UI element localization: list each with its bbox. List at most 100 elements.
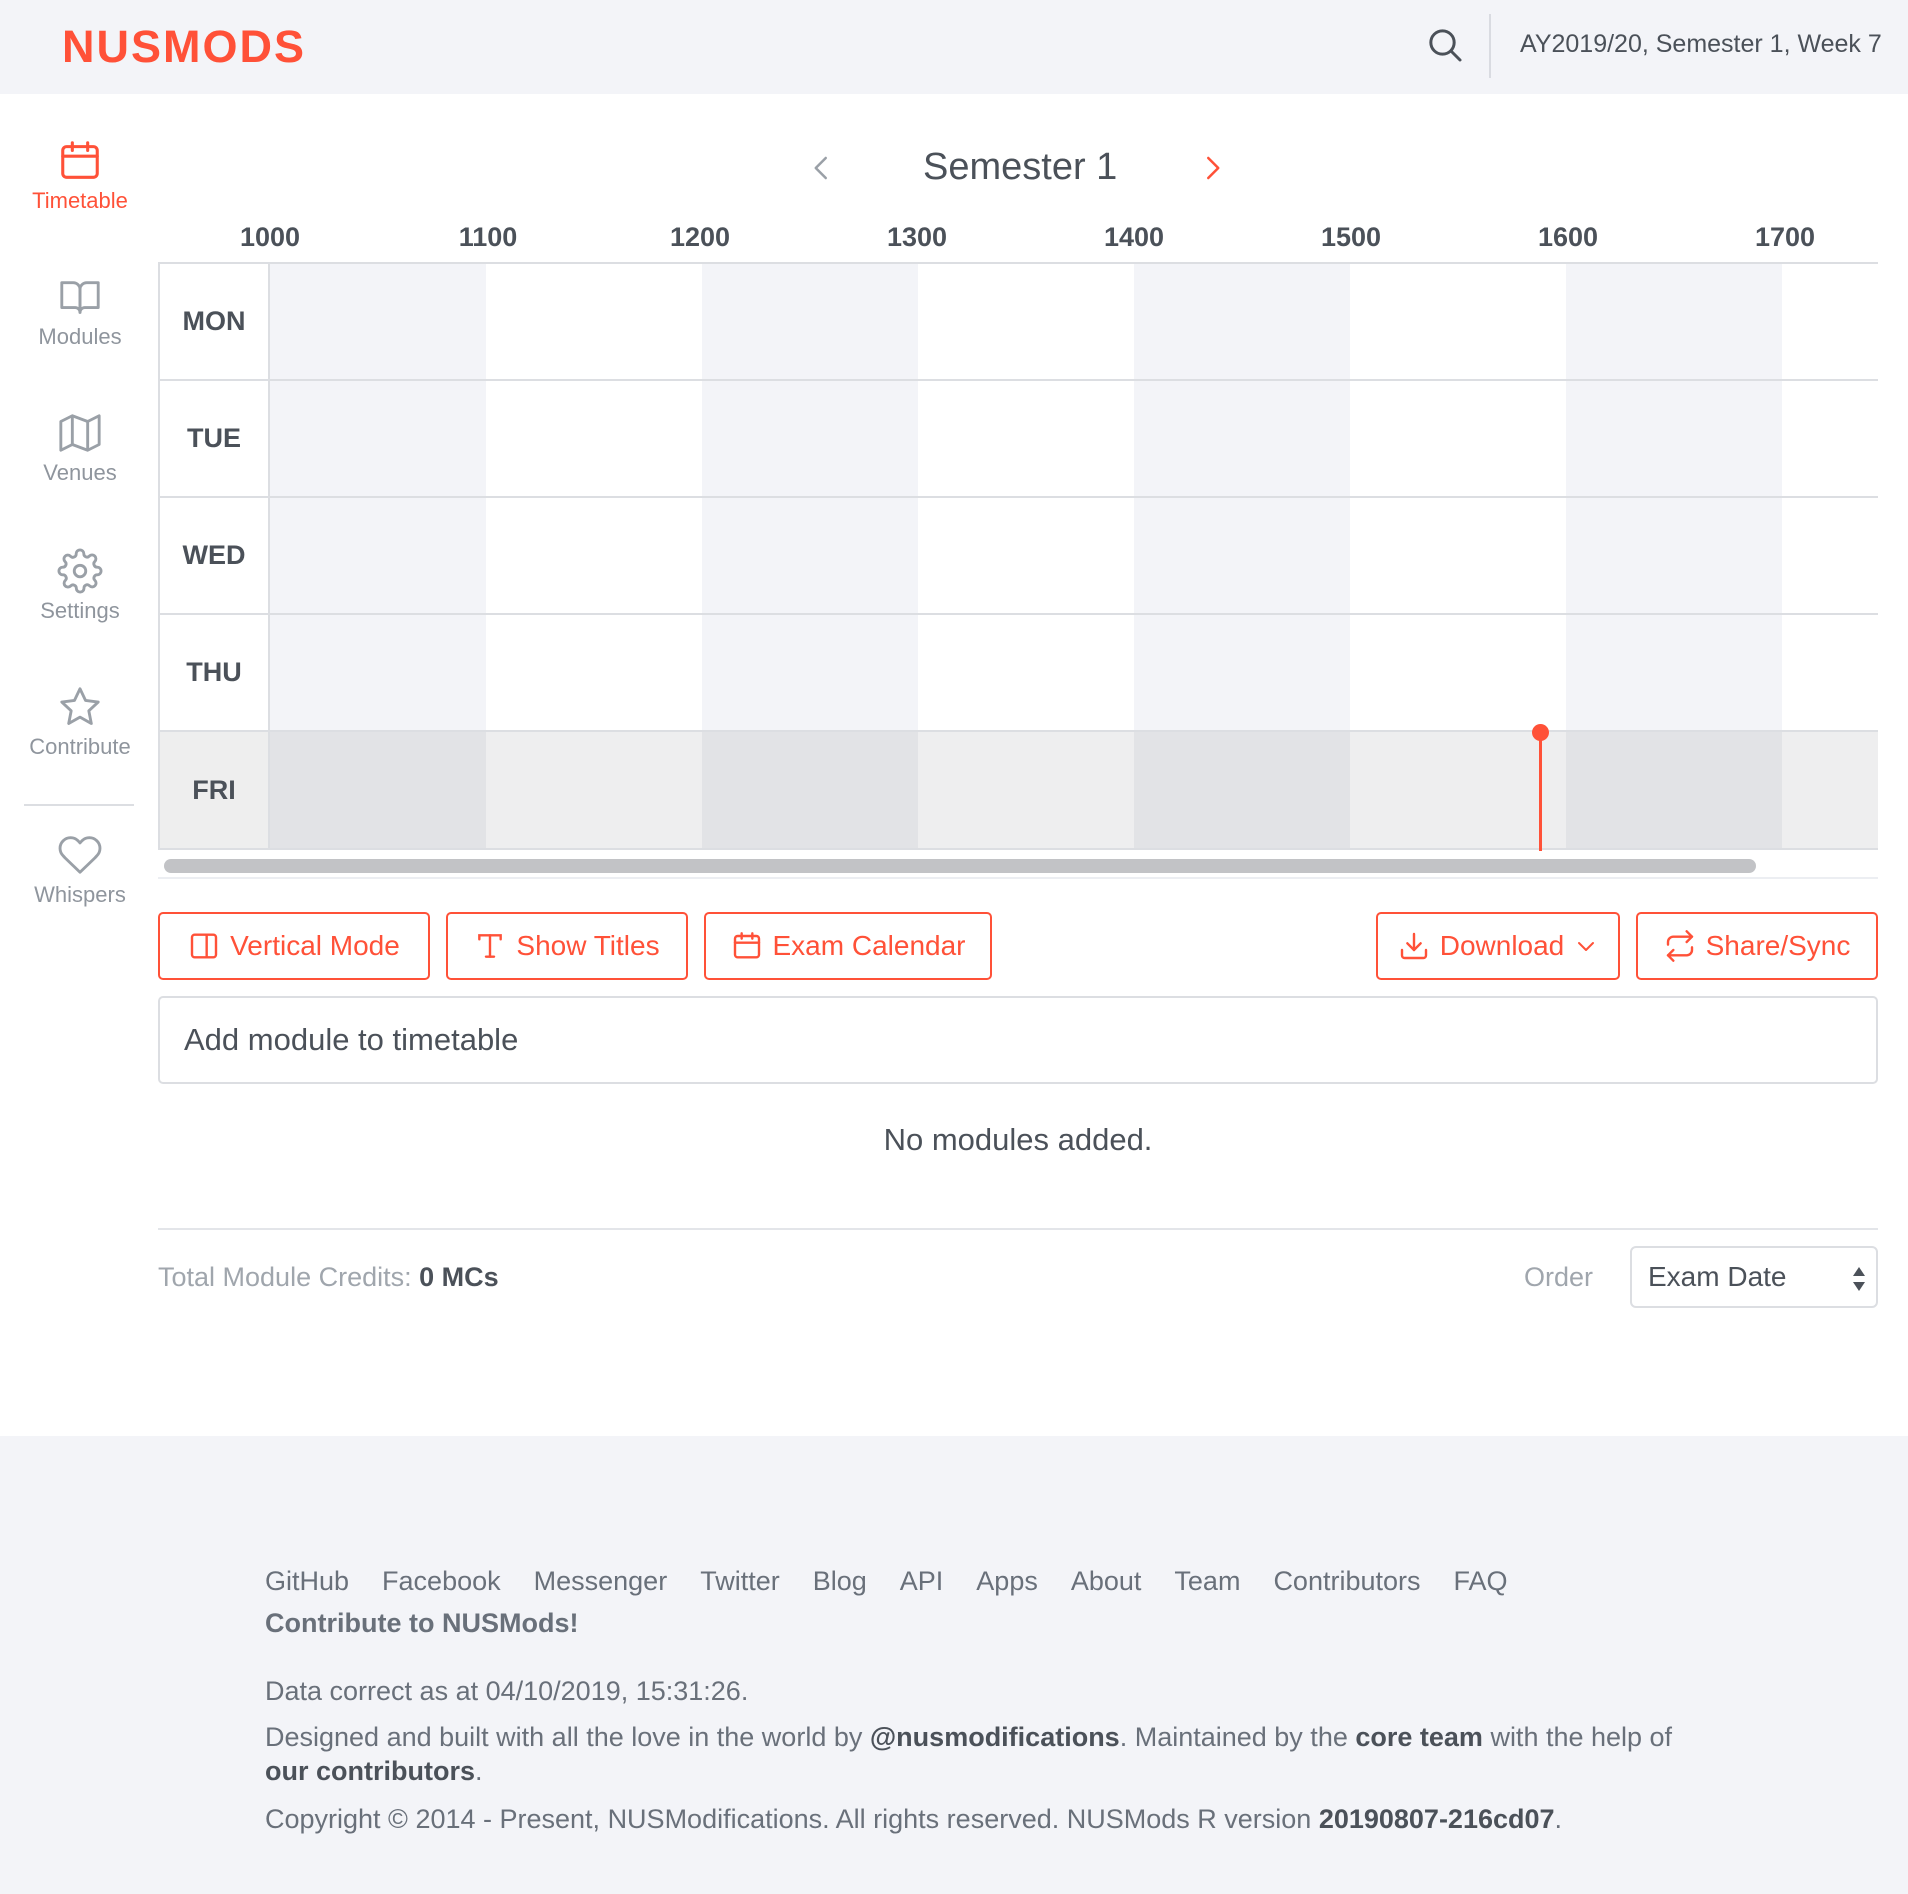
sidebar-item-label: Whispers bbox=[34, 882, 126, 907]
timetable-grid: MON TUE WED THU FRI bbox=[158, 262, 1878, 850]
hour-cell[interactable] bbox=[1350, 498, 1566, 613]
nusmodifications-link[interactable]: @nusmodifications bbox=[870, 1722, 1120, 1752]
hour-cell[interactable] bbox=[1350, 732, 1566, 848]
exam-calendar-button[interactable]: Exam Calendar bbox=[704, 912, 992, 980]
hour-cell[interactable] bbox=[1350, 615, 1566, 730]
sidebar-item-venues[interactable]: Venues bbox=[0, 410, 160, 530]
core-team-link[interactable]: core team bbox=[1355, 1722, 1483, 1752]
hour-cell[interactable] bbox=[1134, 732, 1350, 848]
hour-cell[interactable] bbox=[702, 732, 918, 848]
hour-cell[interactable] bbox=[1134, 381, 1350, 496]
day-row-thu: THU bbox=[160, 615, 1878, 732]
hour-cell[interactable] bbox=[1566, 498, 1782, 613]
hour-cell[interactable] bbox=[1782, 381, 1878, 496]
footer-link-faq[interactable]: FAQ bbox=[1454, 1566, 1508, 1597]
hour-cell[interactable] bbox=[1134, 264, 1350, 379]
hour-cell[interactable] bbox=[918, 264, 1134, 379]
footer-link-apps[interactable]: Apps bbox=[976, 1566, 1038, 1597]
hour-cell[interactable] bbox=[702, 498, 918, 613]
sidebar-item-modules[interactable]: Modules bbox=[0, 274, 160, 394]
hour-cell[interactable] bbox=[702, 381, 918, 496]
hour-cell[interactable] bbox=[918, 381, 1134, 496]
hour-cell[interactable] bbox=[270, 381, 486, 496]
footer-link-team[interactable]: Team bbox=[1174, 1566, 1240, 1597]
footer-link-github[interactable]: GitHub bbox=[265, 1566, 349, 1597]
hour-cell[interactable] bbox=[1350, 381, 1566, 496]
hour-cell[interactable] bbox=[918, 498, 1134, 613]
hour-cell[interactable] bbox=[486, 615, 702, 730]
hour-cell[interactable] bbox=[1566, 615, 1782, 730]
hour-cell[interactable] bbox=[270, 498, 486, 613]
next-semester-button[interactable] bbox=[1190, 144, 1234, 192]
hour-cell[interactable] bbox=[270, 732, 486, 848]
hour-label: 1200 bbox=[669, 222, 731, 252]
hour-cell[interactable] bbox=[486, 264, 702, 379]
show-titles-button[interactable]: Show Titles bbox=[446, 912, 688, 980]
hour-cell[interactable] bbox=[1782, 498, 1878, 613]
hour-cell[interactable] bbox=[1782, 264, 1878, 379]
sidebar-item-settings[interactable]: Settings bbox=[0, 548, 160, 668]
hour-cell[interactable] bbox=[486, 498, 702, 613]
copyright-part: . bbox=[1554, 1804, 1563, 1834]
hour-cell[interactable] bbox=[918, 615, 1134, 730]
star-icon bbox=[60, 687, 100, 725]
type-icon bbox=[478, 934, 503, 958]
semester-title: Semester 1 bbox=[923, 146, 1118, 188]
calendar-icon bbox=[733, 932, 760, 959]
repeat-icon bbox=[1666, 930, 1693, 962]
order-selected-value: Exam Date bbox=[1648, 1261, 1787, 1292]
previous-semester-button[interactable] bbox=[800, 144, 844, 192]
hour-cell[interactable] bbox=[1566, 381, 1782, 496]
contribute-link[interactable]: Contribute to NUSMods! bbox=[265, 1608, 578, 1639]
sidebar-item-contribute[interactable]: Contribute bbox=[0, 684, 160, 804]
hour-cell[interactable] bbox=[702, 615, 918, 730]
chevron-left-icon bbox=[814, 156, 827, 180]
order-select[interactable]: Exam Date bbox=[1630, 1246, 1878, 1308]
nusmods-logo[interactable]: NUSMODS bbox=[62, 20, 306, 74]
hour-cell[interactable] bbox=[486, 381, 702, 496]
hour-cell[interactable] bbox=[1350, 264, 1566, 379]
footer-link-messenger[interactable]: Messenger bbox=[534, 1566, 668, 1597]
sidebar-item-whispers[interactable]: Whispers bbox=[0, 832, 160, 952]
exam-calendar-label: Exam Calendar bbox=[772, 930, 966, 961]
footer-link-about[interactable]: About bbox=[1071, 1566, 1142, 1597]
version-link[interactable]: 20190807-216cd07 bbox=[1319, 1804, 1555, 1834]
gear-icon bbox=[57, 548, 103, 594]
share-sync-button[interactable]: Share/Sync bbox=[1636, 912, 1878, 980]
footer-link-facebook[interactable]: Facebook bbox=[382, 1566, 501, 1597]
hour-cell[interactable] bbox=[1782, 615, 1878, 730]
hour-cell[interactable] bbox=[702, 264, 918, 379]
timetable-scrollbar[interactable] bbox=[158, 855, 1878, 877]
footer-link-contributors[interactable]: Contributors bbox=[1273, 1566, 1420, 1597]
select-arrows-icon bbox=[1853, 1267, 1865, 1291]
footer-link-blog[interactable]: Blog bbox=[813, 1566, 867, 1597]
total-credits: Total Module Credits: 0 MCs bbox=[158, 1262, 499, 1293]
hour-cell[interactable] bbox=[1566, 264, 1782, 379]
scrollbar-thumb[interactable] bbox=[164, 859, 1756, 873]
hour-label: 1500 bbox=[1320, 222, 1382, 252]
hour-cell[interactable] bbox=[1782, 732, 1878, 848]
footer-link-twitter[interactable]: Twitter bbox=[700, 1566, 780, 1597]
hour-label: 1700 bbox=[1754, 222, 1816, 252]
sidebar-item-label: Modules bbox=[38, 324, 122, 349]
footer-links: GitHub Facebook Messenger Twitter Blog A… bbox=[265, 1566, 1508, 1597]
credits-text-part: . bbox=[475, 1756, 483, 1786]
order-label: Order bbox=[1524, 1262, 1594, 1292]
hour-cell[interactable] bbox=[1134, 615, 1350, 730]
hour-cell[interactable] bbox=[270, 615, 486, 730]
add-module-input[interactable] bbox=[158, 996, 1878, 1084]
vertical-mode-button[interactable]: Vertical Mode bbox=[158, 912, 430, 980]
hour-cell[interactable] bbox=[270, 264, 486, 379]
hour-cell[interactable] bbox=[1566, 732, 1782, 848]
contributors-link[interactable]: our contributors bbox=[265, 1756, 475, 1786]
hour-cell[interactable] bbox=[486, 732, 702, 848]
footer-link-api[interactable]: API bbox=[900, 1566, 944, 1597]
hour-cell[interactable] bbox=[1134, 498, 1350, 613]
download-button[interactable]: Download bbox=[1376, 912, 1620, 980]
day-row-wed: WED bbox=[160, 498, 1878, 615]
day-row-mon: MON bbox=[160, 264, 1878, 381]
sidebar-item-timetable[interactable]: Timetable bbox=[0, 138, 160, 258]
search-button[interactable] bbox=[1420, 20, 1470, 70]
hour-cell[interactable] bbox=[918, 732, 1134, 848]
sidebar-item-label: Venues bbox=[43, 460, 117, 485]
